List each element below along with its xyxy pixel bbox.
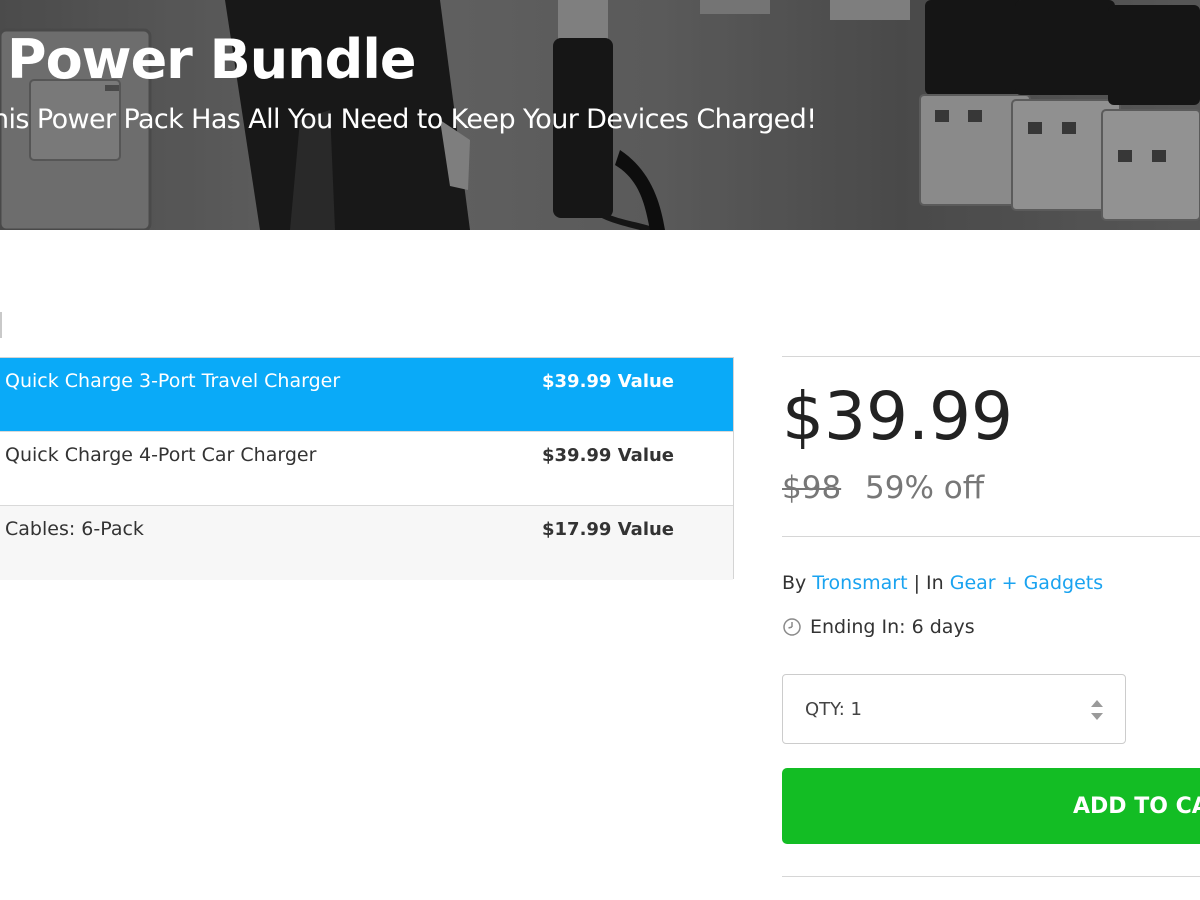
vendor-link[interactable]: Tronsmart (812, 572, 907, 594)
bundle-item-value: $17.99 Value (542, 519, 675, 540)
clock-icon (782, 617, 802, 637)
bundle-item-name: Quick Charge 3-Port Travel Charger (5, 370, 341, 392)
page-title: Power Bundle (7, 28, 416, 91)
by-label: By (782, 572, 807, 594)
sale-price: $39.99 (782, 378, 1013, 455)
bundle-item-name: Cables: 6-Pack (5, 518, 144, 540)
bundle-item-value: $39.99 Value (542, 445, 675, 466)
section-edge-mark (0, 312, 2, 338)
bundle-item-car-charger[interactable]: Quick Charge 4-Port Car Charger $39.99 V… (0, 432, 733, 506)
stepper-arrows-icon[interactable] (1089, 697, 1105, 723)
cart-bottom-divider (782, 876, 1200, 877)
category-link[interactable]: Gear + Gadgets (950, 572, 1103, 594)
quantity-value: QTY: 1 (805, 699, 863, 720)
ending-countdown: Ending In: 6 days (782, 616, 975, 638)
price-bottom-divider (782, 536, 1200, 537)
price-top-divider (782, 356, 1200, 357)
bundle-item-value: $39.99 Value (542, 371, 675, 392)
ending-text: Ending In: 6 days (810, 616, 975, 638)
hero-banner: Power Bundle his Power Pack Has All You … (0, 0, 1200, 230)
discount-percent: 59% off (865, 470, 985, 506)
bundle-item-cables[interactable]: Cables: 6-Pack $17.99 Value (0, 506, 733, 580)
bundle-item-name: Quick Charge 4-Port Car Charger (5, 444, 317, 466)
add-to-cart-button[interactable]: ADD TO CA (782, 768, 1200, 844)
original-price: $98 (782, 470, 842, 506)
in-label: In (926, 572, 944, 594)
bundle-item-travel-charger[interactable]: Quick Charge 3-Port Travel Charger $39.9… (0, 358, 733, 432)
page-subtitle: his Power Pack Has All You Need to Keep … (0, 104, 817, 135)
meta-separator: | (913, 572, 920, 594)
bundle-item-list: Quick Charge 3-Port Travel Charger $39.9… (0, 357, 734, 580)
quantity-select[interactable]: QTY: 1 (782, 674, 1126, 744)
vendor-category-line: By Tronsmart | In Gear + Gadgets (782, 572, 1103, 594)
